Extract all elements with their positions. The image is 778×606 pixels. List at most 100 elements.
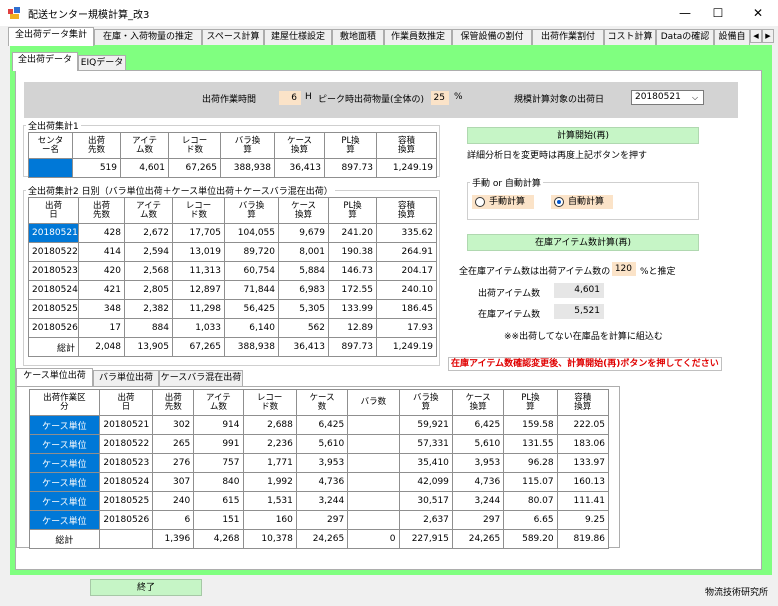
table-cell[interactable]: 20180525: [28, 299, 79, 319]
table-cell[interactable]: 6,140: [224, 318, 279, 338]
summary1-header[interactable]: レコー ド数: [168, 132, 221, 159]
tab-mixed-shipping[interactable]: ケースバラ混在出荷: [159, 370, 243, 386]
target-date-select[interactable]: 20180521 ⌵: [631, 90, 704, 105]
table-cell[interactable]: 2,805: [124, 280, 173, 300]
table-cell[interactable]: 265: [152, 434, 195, 454]
table-row[interactable]: 20180521 428 2,672 17,705 104,055 9,679 241.20…: [28, 223, 437, 243]
table-cell[interactable]: 276: [152, 453, 195, 473]
tab-scroll-right-icon[interactable]: ▶: [762, 29, 774, 43]
table-cell[interactable]: [347, 453, 400, 473]
tab-scroll-left-icon[interactable]: ◀: [750, 29, 762, 43]
table-cell[interactable]: 1,249.19: [376, 337, 437, 357]
table-cell[interactable]: 96.28: [503, 453, 558, 473]
table-cell[interactable]: 297: [295, 510, 349, 530]
summary1-header[interactable]: バラ換算: [220, 132, 275, 159]
case-table-header[interactable]: 出荷作業区分: [29, 389, 100, 416]
table-cell[interactable]: 6,425: [451, 415, 505, 435]
tab-equipment[interactable]: 設備自: [714, 29, 750, 45]
summary2-header[interactable]: アイテ ム数: [124, 197, 173, 224]
table-cell[interactable]: 428: [78, 223, 125, 243]
case-table-header[interactable]: 出荷日: [98, 389, 154, 416]
case-table-header[interactable]: ケース数: [295, 389, 349, 416]
table-cell[interactable]: 17.93: [376, 318, 437, 338]
table-cell[interactable]: 897.73: [324, 158, 377, 178]
table-cell[interactable]: 24,265: [451, 529, 505, 549]
table-cell[interactable]: 2,382: [124, 299, 173, 319]
table-cell[interactable]: 5,610: [295, 434, 349, 454]
table-cell[interactable]: [28, 158, 73, 178]
table-cell[interactable]: 20180521: [98, 415, 154, 435]
summary2-header[interactable]: PL換算: [328, 197, 377, 224]
table-cell[interactable]: 67,265: [168, 158, 221, 178]
summary2-header[interactable]: 出荷日: [28, 197, 79, 224]
case-table-header[interactable]: 出荷 先数: [152, 389, 195, 416]
table-cell[interactable]: 6.65: [503, 510, 558, 530]
table-row[interactable]: ケース単位 20180523 276 757 1,771 3,953 35,410 3,953…: [29, 453, 610, 473]
table-cell[interactable]: 36,413: [278, 337, 329, 357]
subtab-eiq-data[interactable]: EIQデータ: [78, 55, 126, 70]
table-cell[interactable]: 414: [78, 242, 125, 262]
tab-case-shipping[interactable]: ケース単位出荷: [16, 368, 93, 386]
table-cell[interactable]: 0: [347, 529, 400, 549]
table-cell[interactable]: 3,953: [295, 453, 349, 473]
table-cell[interactable]: 420: [78, 261, 125, 281]
table-cell[interactable]: 総計: [28, 337, 79, 357]
table-cell[interactable]: 9.25: [556, 510, 610, 530]
table-cell[interactable]: 1,249.19: [376, 158, 437, 178]
table-cell[interactable]: 151: [193, 510, 244, 530]
table-cell[interactable]: 5,610: [451, 434, 505, 454]
table-cell[interactable]: 884: [124, 318, 173, 338]
summary1-header[interactable]: 出荷 先数: [72, 132, 121, 159]
table-cell[interactable]: 1,771: [242, 453, 297, 473]
table-cell[interactable]: 133.99: [328, 299, 377, 319]
table-cell[interactable]: 2,236: [242, 434, 297, 454]
table-row[interactable]: 総計 1,396 4,268 10,378 24,265 0 227,915 24,265 58…: [29, 529, 610, 549]
table-cell[interactable]: 3,244: [295, 491, 349, 511]
table-cell[interactable]: 11,313: [172, 261, 225, 281]
table-cell[interactable]: [347, 491, 400, 511]
table-cell[interactable]: 348: [78, 299, 125, 319]
table-cell[interactable]: 3,953: [451, 453, 505, 473]
summary2-header[interactable]: バラ換算: [224, 197, 279, 224]
table-cell[interactable]: [347, 510, 400, 530]
table-cell[interactable]: 4,736: [451, 472, 505, 492]
end-button[interactable]: 終了: [90, 579, 202, 596]
table-cell[interactable]: 30,517: [398, 491, 453, 511]
summary1-header[interactable]: アイテ ム数: [120, 132, 169, 159]
case-table-header[interactable]: PL換算: [503, 389, 558, 416]
tab-cost-calc[interactable]: コスト計算: [604, 29, 656, 45]
table-cell[interactable]: 1,033: [172, 318, 225, 338]
table-cell[interactable]: [347, 415, 400, 435]
table-cell[interactable]: 5,884: [278, 261, 329, 281]
table-cell[interactable]: 241.20: [328, 223, 377, 243]
table-cell[interactable]: 991: [193, 434, 244, 454]
table-cell[interactable]: 4,601: [120, 158, 169, 178]
summary1-header[interactable]: ケース 換算: [274, 132, 325, 159]
tab-building-spec[interactable]: 建屋仕様設定: [264, 29, 332, 45]
table-cell[interactable]: 6: [152, 510, 195, 530]
tab-data-check[interactable]: Dataの確認: [656, 29, 714, 45]
table-cell[interactable]: 307: [152, 472, 195, 492]
table-cell[interactable]: 20180525: [98, 491, 154, 511]
table-row[interactable]: ケース単位 20180521 302 914 2,688 6,425 59,921 6,425…: [29, 415, 610, 435]
table-cell[interactable]: 71,844: [224, 280, 279, 300]
table-cell[interactable]: 388,938: [220, 158, 275, 178]
table-cell[interactable]: 172.55: [328, 280, 377, 300]
table-cell[interactable]: 4,268: [193, 529, 244, 549]
table-row[interactable]: 20180524 421 2,805 12,897 71,844 6,983 172.55 2…: [28, 280, 437, 300]
table-cell[interactable]: 20180526: [98, 510, 154, 530]
table-cell[interactable]: 227,915: [398, 529, 453, 549]
table-cell[interactable]: 562: [278, 318, 329, 338]
table-cell[interactable]: 222.05: [556, 415, 610, 435]
table-cell[interactable]: 297: [451, 510, 505, 530]
table-cell[interactable]: 20180523: [98, 453, 154, 473]
tab-all-shipping[interactable]: 全出荷データ集計: [8, 27, 94, 46]
table-cell[interactable]: 24,265: [295, 529, 349, 549]
table-cell[interactable]: 519: [72, 158, 121, 178]
tab-shipping-work[interactable]: 出荷作業割付: [532, 29, 604, 45]
table-cell[interactable]: 421: [78, 280, 125, 300]
table-cell[interactable]: 190.38: [328, 242, 377, 262]
table-cell[interactable]: 757: [193, 453, 244, 473]
table-cell[interactable]: 897.73: [328, 337, 377, 357]
calc-start-button[interactable]: 計算開始(再): [467, 127, 699, 144]
